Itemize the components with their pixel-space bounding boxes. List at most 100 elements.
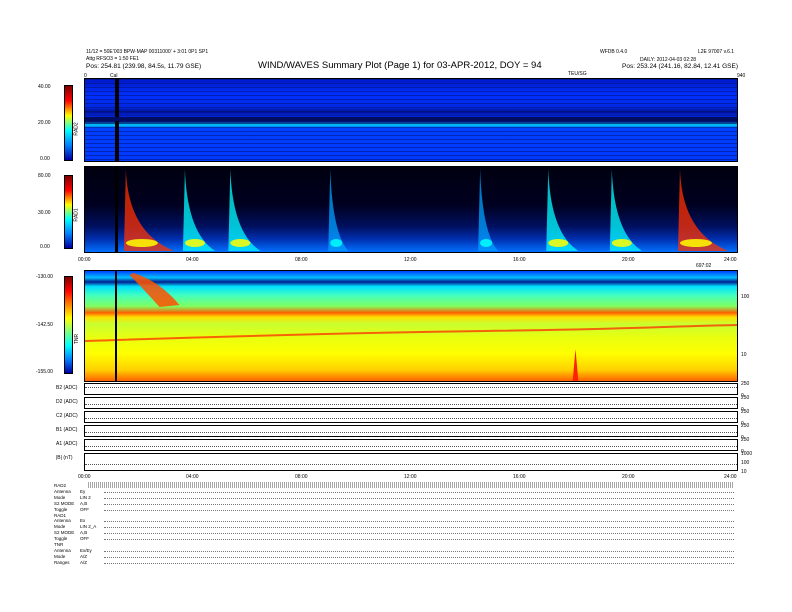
rad1-burst-core — [125, 239, 158, 247]
time-axis-bottom-label: 08:00 — [295, 474, 308, 480]
status-row-name: Ranges — [54, 559, 70, 565]
status-row-name: Toggle — [54, 536, 68, 542]
line-panel — [84, 383, 738, 395]
rad1-burst-core — [184, 239, 205, 247]
line-panel-right-tick: 10 — [741, 469, 747, 475]
line-panel-trace — [85, 418, 737, 419]
status-row-name: RAD2 — [54, 483, 67, 488]
line-panel-right-tick: 250 — [741, 381, 750, 387]
rad1-burst-core — [230, 239, 251, 247]
status-row-dots — [104, 527, 734, 529]
line-panel-label: A1 (ADC) — [56, 441, 78, 447]
time-axis-bottom: 00:00 04:00 08:00 12:00 16:00 20:00 24:00 — [78, 474, 738, 482]
status-row-name: S2 MODE — [54, 500, 75, 506]
rad2-axis-label: RAD2 — [73, 122, 80, 136]
time-axis-top-label: 20:00 — [622, 257, 635, 263]
status-row-value: Ey — [80, 488, 86, 494]
status-row-dots — [104, 539, 734, 541]
line-panel-label: B2 (ADC) — [56, 385, 78, 391]
rad1-burst — [123, 169, 174, 251]
tnr-burst — [129, 273, 180, 307]
rad1-tick-bottom: 0.00 — [40, 244, 50, 250]
rad1-tick-mid: 30.00 — [38, 210, 51, 216]
rad1-bursts — [115, 167, 728, 252]
rad2-tick-top: 40.00 — [38, 84, 51, 90]
header-right-id: WFDB 0.4.0 — [600, 49, 628, 55]
rad1-burst — [228, 169, 261, 251]
page-title: WIND/WAVES Summary Plot (Page 1) for 03-… — [258, 60, 542, 71]
rad1-burst-core — [679, 239, 712, 247]
time-axis-top-label: 08:00 — [295, 257, 308, 263]
time-axis-top-label: 24:00 — [724, 257, 737, 263]
line-panel-right-tick: 250 — [741, 409, 750, 415]
time-axis-top-label: 12:00 — [404, 257, 417, 263]
status-row-value: LIN 2 — [80, 494, 91, 500]
tnr-right-tick-100: 100 — [741, 294, 750, 300]
status-row-dots — [104, 550, 734, 552]
rad2-tick-bottom: 0.00 — [40, 156, 50, 162]
time-axis-bottom-label: 04:00 — [186, 474, 199, 480]
tnr-features — [85, 271, 737, 381]
status-row-value: A,B — [80, 530, 88, 536]
tnr-colorbar — [64, 276, 73, 374]
status-row-name: Antenna — [54, 488, 71, 494]
rad1-spectrogram — [84, 166, 738, 253]
time-axis-bottom-label: 16:00 — [513, 474, 526, 480]
line-panel-right-tick: 100 — [741, 460, 750, 466]
corner-right-label: 940 — [737, 73, 746, 79]
tick-strip — [88, 482, 734, 488]
tnr-axis-label: TNR — [74, 333, 81, 345]
time-axis-bottom-label: 12:00 — [404, 474, 417, 480]
status-row-name: RAD1 — [54, 512, 67, 518]
status-row-dots — [104, 521, 734, 523]
line-panel-trace — [85, 446, 737, 447]
status-row-value: A/Z — [80, 559, 88, 565]
rad1-tick-top: 80.00 — [38, 173, 51, 179]
line-panel-label: |B| (nT) — [56, 455, 73, 461]
line-panel-label: B1 (ADC) — [56, 427, 78, 433]
line-panel — [84, 397, 738, 409]
status-row-value: OFF — [80, 536, 89, 542]
line-panel — [84, 439, 738, 451]
header-left-line1: 11/12 = 50E’003 BPW·MAP 00311000’ + 3:01… — [86, 49, 209, 55]
status-row-dots — [104, 509, 734, 511]
status-row-name: Mode — [54, 494, 66, 500]
status-row-name: Antenna — [54, 547, 71, 553]
tnr-plasma-line — [85, 324, 737, 342]
rad1-burst — [609, 169, 642, 251]
time-axis-top-label: 16:00 — [513, 257, 526, 263]
line-panel-trace — [85, 404, 737, 405]
rad1-burst-core — [611, 239, 632, 247]
line-panel-label: D2 (ADC) — [56, 399, 78, 405]
rad1-cal-band — [115, 167, 118, 252]
time-axis-top-label: 00:00 — [78, 257, 91, 263]
line-panel — [84, 453, 738, 471]
status-row-name: Mode — [54, 553, 66, 559]
status-row-value: OFF — [80, 506, 89, 512]
status-row-value: A,B — [80, 500, 88, 506]
line-panel-trace — [85, 387, 737, 388]
rad1-burst — [478, 169, 499, 251]
rad1-burst-core — [480, 239, 493, 247]
line-panel — [84, 411, 738, 423]
status-row-dots — [104, 562, 734, 564]
status-row-value: A/Z — [80, 553, 88, 559]
time-axis-bottom-label: 24:00 — [724, 474, 737, 480]
tnr-spectrogram — [84, 270, 738, 382]
rad1-burst — [677, 169, 728, 251]
rad1-burst — [546, 169, 579, 251]
status-row-name: TNR — [54, 542, 64, 547]
rad2-colorbar — [64, 85, 73, 161]
tnr-tick-top: -130.00 — [36, 274, 53, 280]
rad1-axis-label: RAD1 — [73, 208, 80, 222]
status-row-value: Ex/Ey — [80, 547, 92, 553]
time-axis-bottom-label: 00:00 — [78, 474, 91, 480]
tnr-corner-label: 697:02 — [696, 263, 712, 269]
time-axis-top: 00:00 04:00 08:00 12:00 16:00 20:00 24:00 — [78, 257, 738, 265]
status-row-value: LIN 2_A — [80, 524, 97, 530]
rad2-tick-mid: 20.00 — [38, 120, 51, 126]
status-row-dots — [104, 503, 734, 505]
line-panel-trace — [85, 432, 737, 433]
time-axis-bottom-label: 20:00 — [622, 474, 635, 480]
tnr-tick-mid: -142.50 — [36, 322, 53, 328]
